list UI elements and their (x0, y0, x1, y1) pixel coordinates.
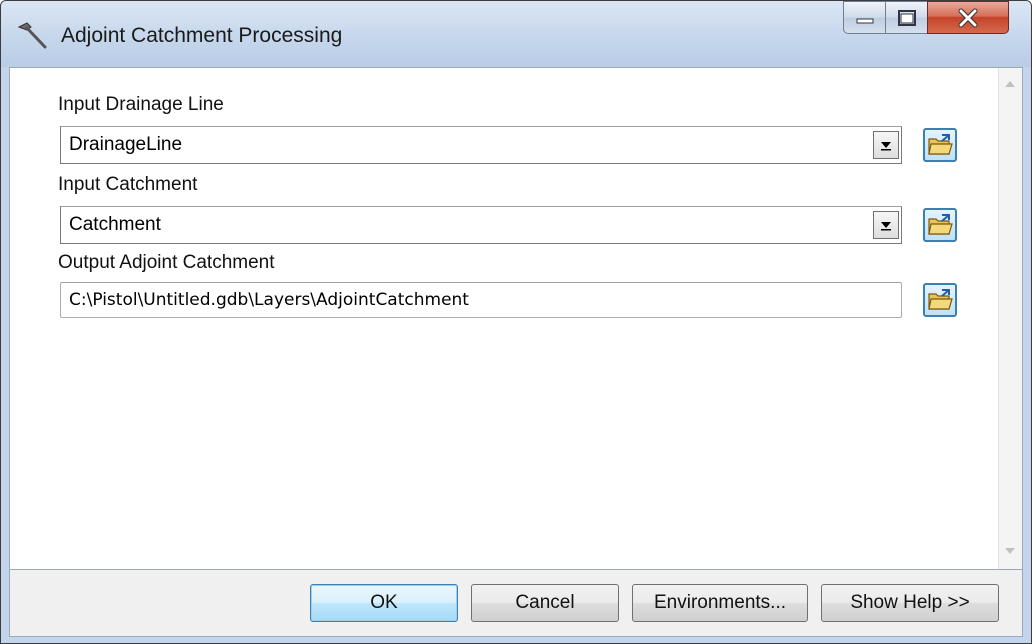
title-bar[interactable]: Adjoint Catchment Processing (1, 1, 1031, 67)
open-folder-icon (928, 214, 953, 235)
input-catchment-label: Input Catchment (58, 174, 198, 195)
open-folder-icon (928, 289, 953, 310)
caption-buttons (843, 1, 1009, 41)
input-catchment-browse-button[interactable] (923, 208, 957, 242)
close-button[interactable] (927, 1, 1009, 34)
input-catchment-combobox[interactable]: Catchment (60, 206, 902, 244)
ok-button[interactable]: OK (310, 584, 458, 622)
maximize-button[interactable] (885, 1, 927, 34)
chevron-down-icon (881, 142, 891, 151)
dialog-window: Adjoint Catchment Processing Input Drain… (0, 0, 1032, 644)
output-adjoint-catchment-field[interactable] (60, 282, 902, 318)
parameters-panel: Input Drainage Line DrainageLine Input C… (9, 67, 1023, 570)
minimize-button[interactable] (843, 1, 885, 34)
input-drainage-line-combobox[interactable]: DrainageLine (60, 126, 902, 164)
button-bar: OK Cancel Environments... Show Help >> (9, 570, 1023, 637)
input-drainage-line-dropdown-button[interactable] (873, 131, 899, 159)
chevron-down-icon (881, 222, 891, 231)
close-icon (958, 8, 978, 27)
input-drainage-line-browse-button[interactable] (923, 128, 957, 162)
input-drainage-line-label: Input Drainage Line (58, 94, 224, 115)
maximize-icon (897, 9, 916, 26)
scroll-down-arrow-icon[interactable] (999, 541, 1021, 561)
input-catchment-value: Catchment (69, 214, 161, 235)
environments-button[interactable]: Environments... (632, 584, 808, 622)
window-title: Adjoint Catchment Processing (61, 24, 343, 47)
vertical-scrollbar[interactable] (998, 68, 1022, 569)
output-adjoint-catchment-label: Output Adjoint Catchment (58, 252, 275, 273)
open-folder-icon (928, 134, 953, 155)
input-catchment-dropdown-button[interactable] (873, 211, 899, 239)
hammer-icon (17, 22, 47, 49)
output-adjoint-catchment-input[interactable] (61, 283, 901, 317)
show-help-button[interactable]: Show Help >> (821, 584, 999, 622)
output-adjoint-catchment-browse-button[interactable] (923, 283, 957, 317)
scroll-up-arrow-icon[interactable] (999, 74, 1021, 94)
minimize-icon (856, 18, 873, 23)
cancel-button[interactable]: Cancel (471, 584, 619, 622)
input-drainage-line-value: DrainageLine (69, 134, 183, 155)
